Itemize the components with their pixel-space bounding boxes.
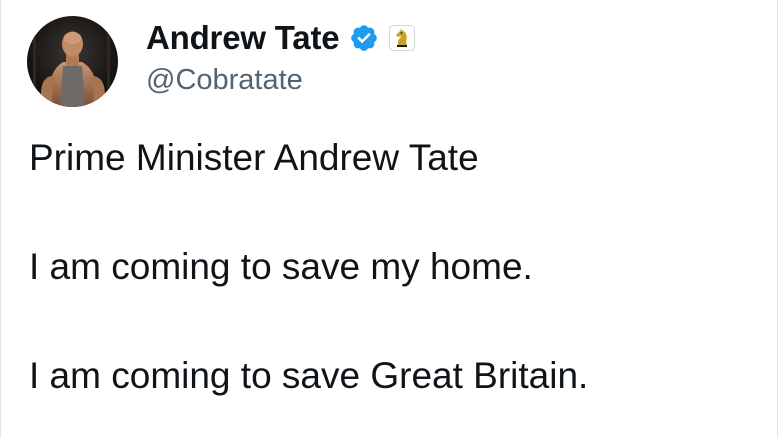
tweet-header: Andrew Tate @Cobratate (27, 16, 416, 107)
author-meta: Andrew Tate @Cobratate (146, 16, 416, 97)
verified-badge-icon (349, 23, 379, 53)
avatar[interactable] (27, 16, 118, 107)
handle[interactable]: @Cobratate (146, 64, 415, 97)
line-spacer (29, 293, 757, 350)
line-spacer (29, 184, 757, 241)
tweet-line: I am coming to save Great Britain. (29, 355, 589, 396)
tweet-card: Andrew Tate @Cobratate Prime Minister An… (0, 0, 778, 438)
tweet-text: Prime Minister Andrew Tate I am coming t… (29, 132, 757, 402)
tweet-line: Prime Minister Andrew Tate (29, 137, 479, 178)
tweet-line: I am coming to save my home. (29, 246, 533, 287)
chess-knight-icon[interactable] (389, 25, 416, 51)
avatar-image (27, 16, 118, 107)
display-name[interactable]: Andrew Tate (146, 19, 340, 57)
name-row: Andrew Tate (146, 16, 416, 60)
